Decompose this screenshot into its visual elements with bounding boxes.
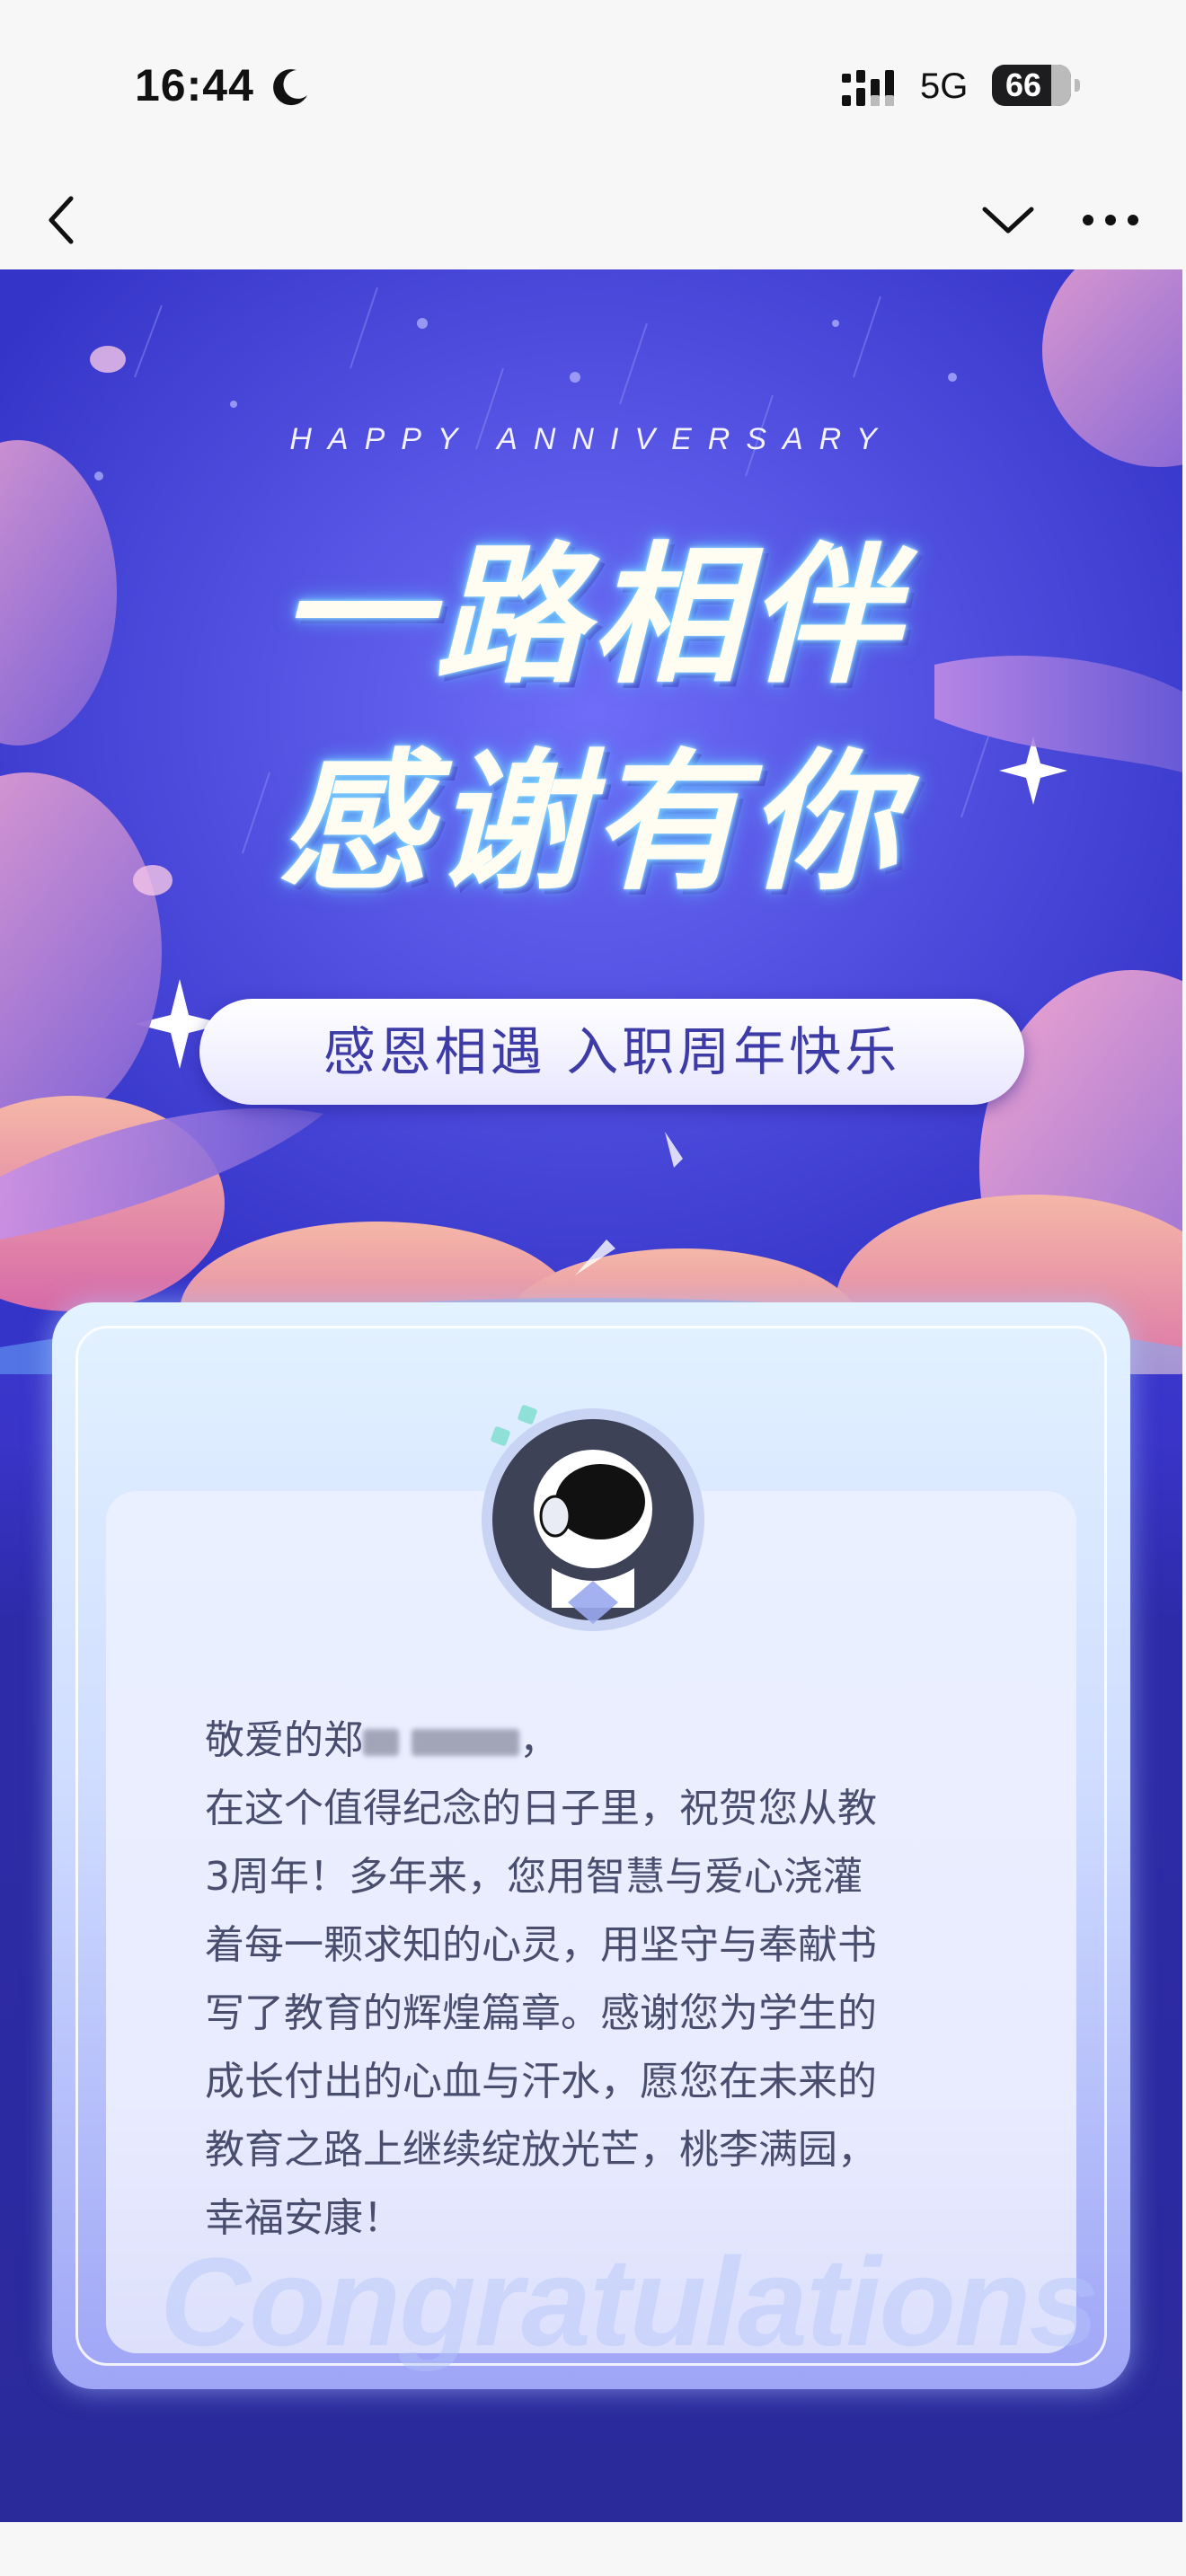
letter-line: 教育之路上继续绽放光芒，桃李满园， — [205, 2127, 877, 2173]
letter-line: 着每一颗求知的心灵，用坚守与奉献书 — [205, 1922, 877, 1968]
anniversary-poster: HAPPY ANNIVERSARY 一路相伴 感谢有你 感恩相遇 入职周年快乐 … — [0, 269, 1182, 2522]
signal-icon — [842, 70, 894, 106]
more-button[interactable] — [1075, 189, 1146, 251]
chevron-left-icon — [49, 196, 74, 244]
salutation-text: 敬爱的郑 — [205, 1717, 363, 1763]
letter-line: 写了教育的辉煌篇章。感谢您为学生的 — [205, 1990, 877, 2036]
back-button[interactable] — [31, 189, 93, 251]
letter-line: 在这个值得纪念的日子里，祝贺您从教 — [205, 1786, 877, 1831]
salutation-end: ， — [519, 1717, 559, 1763]
battery-level: 66 — [1005, 66, 1042, 103]
status-time: 16:44 — [135, 60, 254, 110]
chevron-down-icon — [982, 207, 1034, 234]
astronaut-avatar — [482, 1405, 704, 1631]
network-type: 5G — [920, 66, 969, 106]
greeting-letter: 敬爱的郑 ， 在这个值得纪念的日子里，祝贺您从教 3周年！多年来，您用智慧与爱心… — [205, 1707, 1013, 2253]
collapse-button[interactable] — [972, 189, 1044, 251]
letter-line: 成长付出的心血与汗水，愿您在未来的 — [205, 2059, 877, 2104]
redacted-name — [363, 1729, 399, 1756]
greeting-card: Congratulations 敬爱的郑 ， 在这个值得纪念的日子里，祝贺您从教… — [52, 1302, 1130, 2389]
moon-icon — [273, 69, 307, 106]
battery-icon: 66 — [992, 65, 1071, 106]
more-icon — [1083, 215, 1138, 225]
status-bar: 16:44 5G 66 — [0, 0, 1186, 171]
poster-headline-2: 感谢有你 — [279, 735, 904, 911]
redacted-title — [412, 1729, 519, 1756]
poster-subtitle: 感恩相遇 入职周年快乐 — [199, 999, 1024, 1105]
nav-bar — [0, 171, 1186, 269]
letter-salutation: 敬爱的郑 ， — [205, 1707, 1013, 1775]
letter-line: 幸福安康！ — [205, 2195, 403, 2241]
battery-tip — [1075, 79, 1080, 92]
letter-line: 3周年！多年来，您用智慧与爱心浇灌 — [205, 1854, 863, 1900]
poster-tagline: HAPPY ANNIVERSARY — [289, 422, 893, 456]
poster-headline-1: 一路相伴 — [279, 528, 904, 704]
